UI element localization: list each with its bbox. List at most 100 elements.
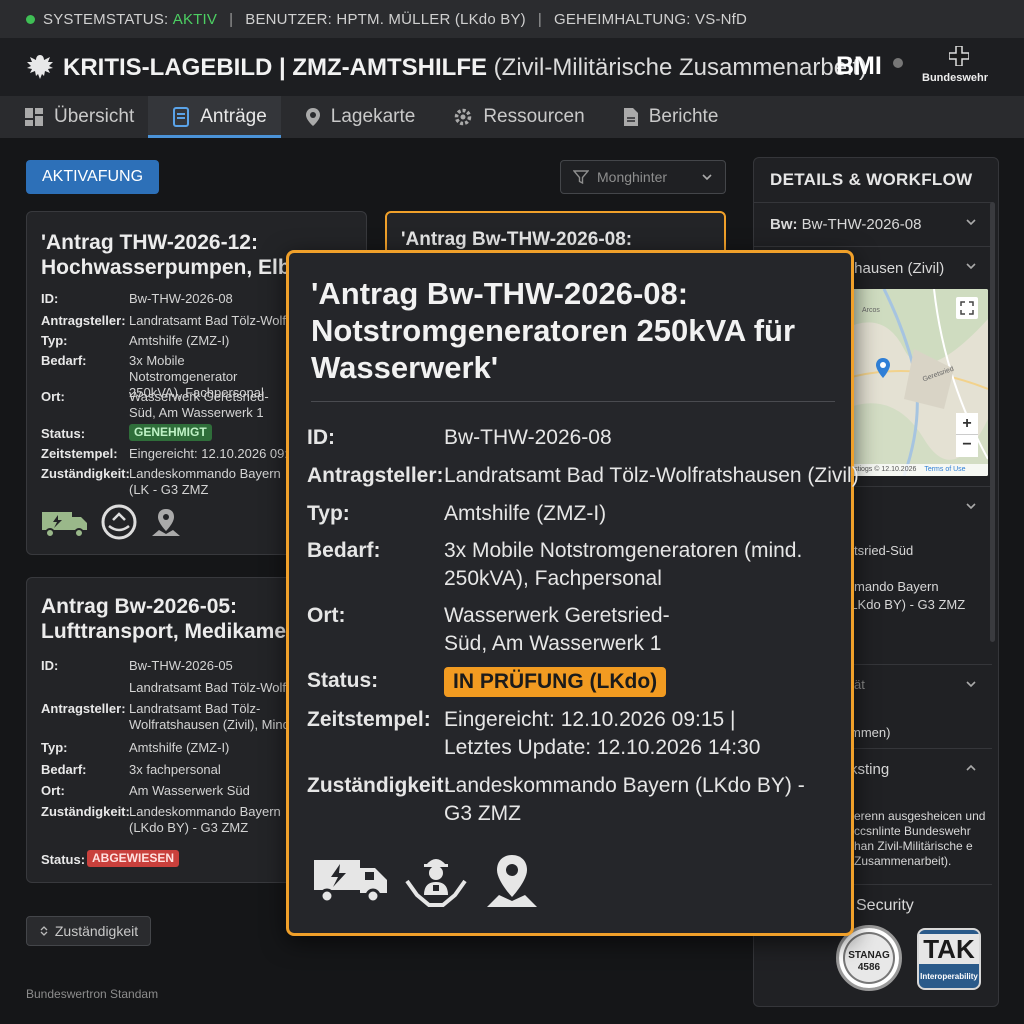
field-label: Antragsteller:: [41, 313, 126, 328]
tab-berichte[interactable]: Berichte: [599, 96, 733, 138]
document-icon: [173, 107, 190, 127]
request-detail-popup: 'Antrag Bw-THW-2026-08: Notstromgenerato…: [286, 250, 859, 936]
detail-label: Zuständigkeit:: [307, 774, 451, 797]
detail-label: Ort:: [307, 604, 346, 627]
tak-sublabel: Interoperability: [920, 972, 978, 981]
status-badge-rejected: ABGEWIESEN: [87, 850, 180, 867]
field-value: Landeskommando Bayern (LK - G3 ZMZ: [129, 466, 281, 497]
tab-antraege[interactable]: Anträge: [148, 96, 281, 138]
chevron-down-icon: [966, 219, 976, 226]
bmi-eagle-icon: [893, 58, 903, 68]
field-label: ID:: [41, 658, 59, 673]
app-header: KRITIS-LAGEBILD | ZMZ-AMTSHILFE (Zivil-M…: [0, 38, 1024, 96]
card-title: 'Antrag THW-2026-12: Hochwasserpumpen, El…: [41, 231, 303, 279]
location-map[interactable]: Arcos Geretsried + − stiogs © 12.10.2026…: [844, 289, 988, 476]
page-subtitle: (Zivil-Militärische Zusammenarbeit): [493, 54, 868, 81]
filter-icon: [573, 170, 589, 184]
field-label: ID:: [41, 291, 59, 306]
field-value: ABGEWIESEN: [87, 850, 287, 867]
divider: |: [537, 10, 542, 28]
tak-label: TAK: [919, 934, 979, 964]
field-label: Bedarf:: [41, 762, 87, 777]
map-terms-link[interactable]: Terms of Use: [924, 466, 965, 473]
detail-value: Landeskommando Bayern (LKdo BY) - G3 ZMZ: [444, 774, 805, 825]
filter-placeholder: Monghinter: [597, 169, 668, 185]
helping-hands-icon: [101, 504, 137, 540]
system-status-label: SYSTEMSTATUS:: [43, 10, 169, 28]
detail-value: Eingereicht: 12.10.2026 09:15 | Letztes …: [444, 708, 761, 759]
detail-label: Bedarf:: [307, 539, 381, 562]
map-location-icon: [487, 855, 537, 907]
field-value: Landeskommando Bayern (LKdo BY) - G3 ZMZ: [129, 804, 281, 835]
status-badge-in-review: IN PRÜFUNG (LKdo): [444, 667, 667, 697]
classification-label: GEHEIMHALTUNG: VS-NfD: [553, 10, 748, 28]
bmi-logo: BMI: [836, 52, 882, 80]
location-text: tsried-Süd: [854, 543, 914, 558]
scrollbar[interactable]: [990, 202, 995, 642]
main-tabs: Übersicht Anträge Lagekarte Ressourcen B…: [0, 96, 1024, 138]
detail-value: Bw-THW-2026-08: [444, 426, 612, 449]
current-user: BENUTZER: HPTM. MÜLLER (LKdo BY): [245, 10, 526, 28]
chevron-down-icon: [702, 174, 712, 181]
bundeswehr-logo-text: Bundeswehr: [922, 72, 989, 84]
tak-logo: TAK Interoperability: [917, 928, 981, 990]
sort-icon: [40, 926, 48, 936]
field-label: Zuständigkeit:: [41, 804, 130, 819]
responsibility-button[interactable]: Zuständigkeit: [26, 916, 151, 946]
fullscreen-icon: [960, 301, 974, 315]
tab-lagekarte[interactable]: Lagekarte: [281, 96, 430, 138]
field-label: Ort:: [41, 389, 65, 404]
system-status-bar: SYSTEMSTATUS: AKTIV | BENUTZER: HPTM. MÜ…: [0, 0, 1024, 38]
field-value: Landratsamt Bad Tölz-Wolfratshausen (Ziv…: [129, 701, 294, 732]
tab-label: Lagekarte: [330, 106, 416, 127]
tab-label: Anträge: [200, 106, 267, 127]
tab-label: Übersicht: [54, 106, 135, 127]
responsibility-text: (LKdo BY) - G3 ZMZ: [846, 597, 966, 612]
field-label: Ort:: [41, 783, 65, 798]
bundeswehr-cross-icon: [949, 46, 969, 66]
field-label: Bedarf:: [41, 353, 87, 368]
chevron-down-icon: [966, 503, 976, 510]
report-icon: [623, 108, 638, 126]
field-label: Zeitstempel:: [41, 446, 118, 461]
accordion-label: Bw: Bw-THW-2026-08: [770, 216, 922, 233]
detail-value: Amtshilfe (ZMZ-I): [444, 502, 607, 525]
map-label: Arcos: [862, 307, 880, 314]
accordion-label: ksting: [850, 761, 890, 778]
card-title: 'Antrag Bw-THW-2026-08:: [401, 229, 633, 250]
accordion-request-id[interactable]: Bw: Bw-THW-2026-08: [754, 202, 992, 246]
federal-eagle-icon: [27, 55, 53, 79]
security-label: Security: [856, 897, 914, 914]
detail-value: 3x Mobile Notstromgeneratoren (mind. 250…: [444, 539, 803, 590]
tab-label: Ressourcen: [483, 106, 585, 127]
button-label: Zuständigkeit: [54, 923, 139, 939]
field-label: Typ:: [41, 333, 68, 348]
dashboard-icon: [25, 108, 43, 126]
field-label: Status:: [41, 852, 86, 867]
tab-ressourcen[interactable]: Ressourcen: [429, 96, 598, 138]
detail-label: Zeitstempel:: [307, 708, 431, 731]
truck-generator-icon: [314, 860, 387, 904]
panel-heading: DETAILS & WORKFLOW: [770, 170, 973, 189]
chevron-down-icon: [966, 681, 976, 688]
truck-generator-icon: [42, 512, 87, 538]
detail-label: Typ:: [307, 502, 350, 525]
accordion-label: thausen (Zivil): [850, 260, 945, 277]
detail-label: ID:: [307, 426, 335, 449]
tab-label: Berichte: [648, 106, 719, 127]
filter-dropdown[interactable]: Monghinter: [560, 160, 726, 194]
map-zoom-in-button[interactable]: +: [956, 413, 978, 435]
helping-hands-worker-icon: [405, 859, 467, 907]
field-label: Typ:: [41, 740, 68, 755]
chevron-up-icon: [966, 764, 976, 771]
footer-text: Bundeswertron Standam: [26, 987, 159, 1001]
system-status-value: AKTIV: [172, 10, 218, 28]
detail-label: Antragsteller:: [307, 464, 444, 487]
map-marker-icon[interactable]: [875, 357, 891, 379]
map-location-icon: [152, 509, 180, 536]
map-fullscreen-button[interactable]: [956, 297, 978, 319]
primary-action-button[interactable]: AKTIVAFUNG: [26, 160, 159, 194]
tab-uebersicht[interactable]: Übersicht: [0, 96, 148, 138]
map-zoom-out-button[interactable]: −: [956, 435, 978, 457]
status-badge-approved: GENEHMIGT: [129, 424, 212, 441]
